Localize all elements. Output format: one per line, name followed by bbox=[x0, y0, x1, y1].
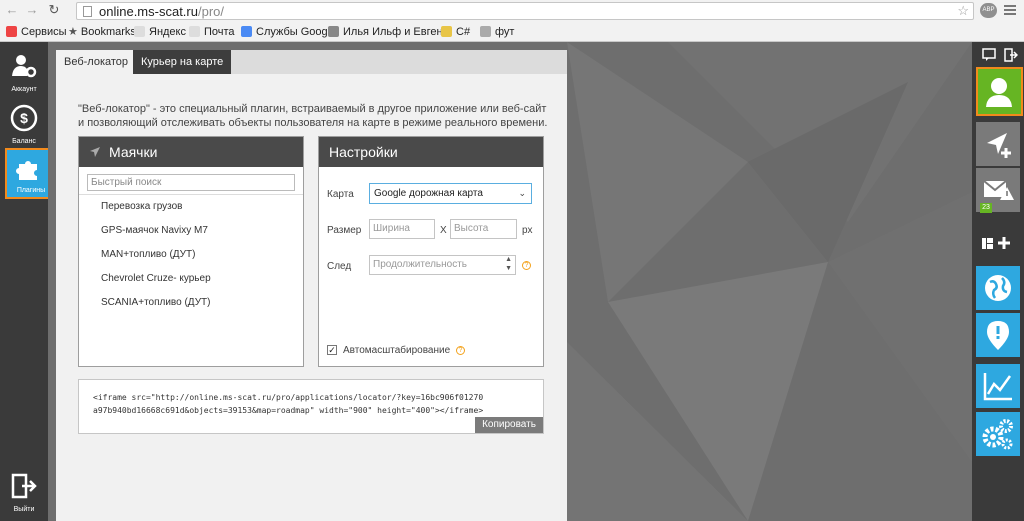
url-text: online.ms-scat.ru/pro/ bbox=[99, 4, 224, 19]
globe-icon bbox=[985, 275, 1011, 301]
google-icon bbox=[241, 26, 252, 37]
star-icon: ★ bbox=[68, 26, 78, 38]
chat-icon[interactable] bbox=[982, 48, 996, 62]
bookmark-csharp[interactable]: C# bbox=[441, 25, 470, 39]
line-chart-icon bbox=[983, 373, 1012, 401]
left-nav: Аккаунт $ Баланс Плагины Выйти bbox=[0, 42, 51, 521]
map-tile[interactable] bbox=[976, 266, 1020, 310]
nav-logout[interactable]: Выйти bbox=[0, 466, 48, 516]
bookmark-yandex[interactable]: Яндекс bbox=[134, 25, 186, 39]
puzzle-icon bbox=[16, 161, 37, 180]
navigation-add-icon bbox=[987, 133, 1011, 158]
map-select[interactable]: Google дорожная карта ⌄ bbox=[369, 183, 532, 204]
map-pin-icon bbox=[987, 321, 1009, 350]
apps-icon bbox=[6, 26, 17, 37]
width-input[interactable]: Ширина bbox=[369, 219, 435, 239]
help-icon[interactable]: ? bbox=[522, 261, 531, 270]
map-label: Карта bbox=[327, 189, 354, 200]
size-separator: X bbox=[440, 225, 447, 236]
list-item[interactable]: SCANIA+топливо (ДУТ) bbox=[79, 291, 303, 315]
star-icon[interactable]: ☆ bbox=[957, 3, 969, 19]
add-route-tile[interactable] bbox=[976, 122, 1020, 166]
page-icon bbox=[189, 26, 200, 37]
location-arrow-icon bbox=[90, 147, 100, 157]
beacons-panel: Маячки Быстрый поиск Перевозка грузов GP… bbox=[78, 136, 304, 367]
bookmarks-bar: Сервисы ★ Bookmarks Яндекс Почта Службы G… bbox=[0, 22, 1024, 42]
nav-balance[interactable]: $ Баланс bbox=[0, 98, 48, 148]
list-item[interactable]: Chevrolet Cruze- курьер bbox=[79, 267, 303, 291]
bookmark-google-services[interactable]: Службы Google bbox=[241, 25, 336, 39]
list-item[interactable]: MAN+топливо (ДУТ) bbox=[79, 243, 303, 267]
page-icon bbox=[480, 26, 491, 37]
size-label: Размер bbox=[327, 225, 362, 236]
tab-weblocator[interactable]: Веб-локатор bbox=[56, 50, 137, 74]
bookmark-ilf[interactable]: Илья Ильф и Евген... bbox=[328, 25, 452, 39]
auto-scale-label: Автомасштабирование bbox=[343, 345, 451, 356]
folder-icon bbox=[441, 26, 452, 37]
user-gear-icon bbox=[12, 55, 37, 78]
account-tile[interactable] bbox=[976, 67, 1023, 116]
embed-code-box[interactable]: <iframe src="http://online.ms-scat.ru/pr… bbox=[78, 379, 544, 434]
places-tile[interactable] bbox=[976, 313, 1020, 357]
messages-badge: 23 bbox=[980, 203, 992, 213]
book-icon bbox=[328, 26, 339, 37]
reports-tile[interactable] bbox=[976, 364, 1020, 408]
trail-label: След bbox=[327, 261, 352, 272]
forward-icon[interactable]: → bbox=[24, 2, 40, 18]
plugin-description: "Веб-локатор" - это специальный плагин, … bbox=[78, 103, 548, 129]
height-input[interactable]: Высота bbox=[450, 219, 517, 239]
settings-tile[interactable] bbox=[976, 412, 1020, 456]
list-item[interactable]: Перевозка грузов bbox=[79, 195, 303, 219]
beacon-list: Перевозка грузов GPS-маячок Navixy M7 MA… bbox=[79, 194, 303, 315]
embed-code: <iframe src="http://online.ms-scat.ru/pr… bbox=[93, 393, 484, 415]
gears-icon bbox=[982, 419, 1013, 450]
auto-scale-checkbox[interactable]: ✓ bbox=[327, 345, 337, 355]
exit-icon[interactable] bbox=[1004, 48, 1018, 62]
widgets-tile[interactable] bbox=[976, 223, 1020, 267]
trail-duration-input[interactable]: Продолжительность ▲ ▼ bbox=[369, 255, 516, 275]
plugin-tabs: Веб-локатор Курьер на карте bbox=[56, 50, 567, 74]
address-bar[interactable]: online.ms-scat.ru/pro/ ☆ bbox=[76, 2, 974, 20]
nav-plugins[interactable]: Плагины bbox=[5, 148, 51, 199]
plugin-panel: Веб-локатор Курьер на карте "Веб-локатор… bbox=[56, 50, 567, 521]
bookmark-mail[interactable]: Почта bbox=[189, 25, 235, 39]
bookmark-bookmarks[interactable]: ★ Bookmarks bbox=[68, 25, 136, 39]
svg-text:$: $ bbox=[20, 110, 28, 126]
chevron-down-icon: ⌄ bbox=[518, 188, 526, 198]
browser-toolbar: ← → ↻ online.ms-scat.ru/pro/ ☆ АВР bbox=[0, 0, 1024, 22]
settings-panel: Настройки Карта Google дорожная карта ⌄ … bbox=[318, 136, 544, 367]
dollar-icon: $ bbox=[10, 104, 38, 132]
page-icon bbox=[83, 6, 92, 17]
bookmark-services[interactable]: Сервисы bbox=[6, 25, 67, 39]
stepper-icon[interactable]: ▲ ▼ bbox=[505, 255, 512, 273]
tab-courier[interactable]: Курьер на карте bbox=[133, 50, 232, 74]
browser-chrome: ← → ↻ online.ms-scat.ru/pro/ ☆ АВР Серви… bbox=[0, 0, 1024, 42]
extension-icon[interactable]: АВР bbox=[980, 3, 997, 18]
list-item[interactable]: GPS-маячок Navixy M7 bbox=[79, 219, 303, 243]
copy-button[interactable]: Копировать bbox=[475, 417, 543, 433]
beacons-header: Маячки bbox=[79, 137, 303, 167]
nav-account[interactable]: Аккаунт bbox=[0, 46, 48, 96]
reload-icon[interactable]: ↻ bbox=[46, 2, 62, 18]
page-icon bbox=[134, 26, 145, 37]
back-icon[interactable]: ← bbox=[4, 2, 20, 18]
settings-header: Настройки bbox=[319, 137, 543, 167]
alerts-tile[interactable]: 23 bbox=[976, 168, 1020, 213]
bookmark-fut[interactable]: фут bbox=[480, 25, 514, 39]
menu-icon[interactable] bbox=[1004, 3, 1016, 17]
dashboard-add-icon bbox=[982, 237, 1010, 249]
logout-icon bbox=[11, 473, 37, 499]
right-toolbar: 23 bbox=[972, 42, 1024, 521]
user-icon bbox=[986, 78, 1012, 107]
beacon-search-input[interactable]: Быстрый поиск bbox=[87, 174, 295, 191]
px-unit: px bbox=[522, 225, 533, 236]
help-icon[interactable]: ? bbox=[456, 346, 465, 355]
